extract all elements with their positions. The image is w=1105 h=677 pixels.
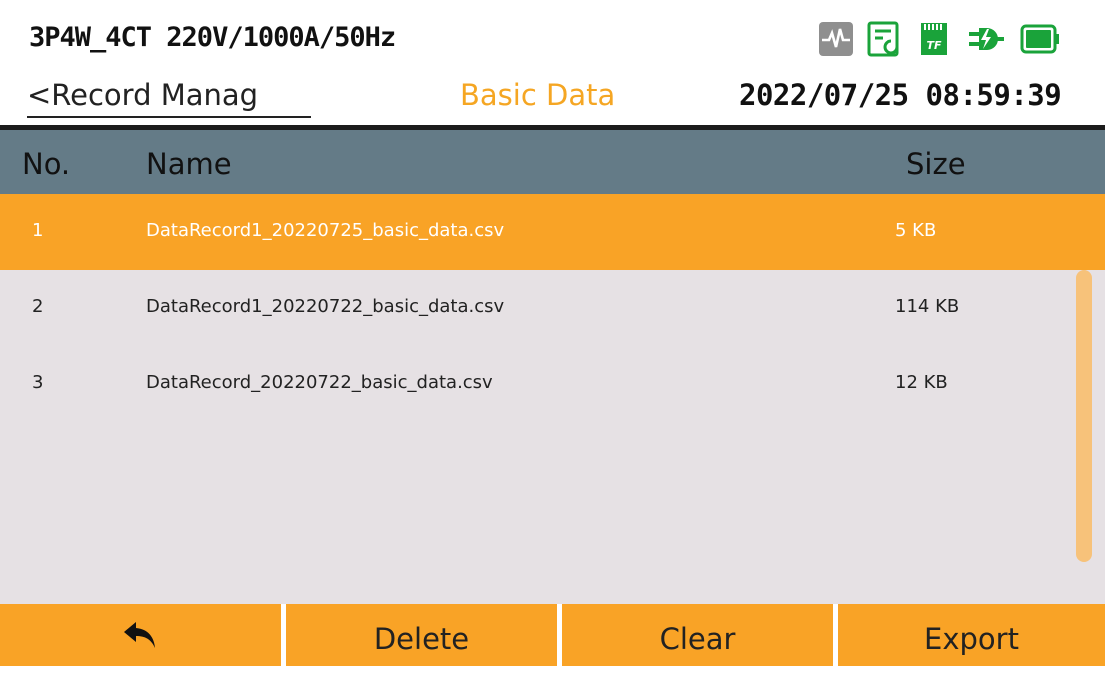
top-bar: 3P4W_4CT 220V/1000A/50Hz TF <Record Mana… (0, 0, 1105, 130)
row-no: 3 (32, 372, 44, 393)
table-row[interactable]: 3 DataRecord_20220722_basic_data.csv 12 … (0, 346, 1105, 422)
column-header-name: Name (146, 147, 232, 181)
row-name: DataRecord1_20220725_basic_data.csv (146, 220, 505, 241)
row-no: 1 (32, 220, 44, 241)
battery-icon (1020, 24, 1059, 54)
wiring-mode-label: 3P4W_4CT 220V/1000A/50Hz (29, 22, 396, 53)
datetime-display: 2022/07/25 08:59:39 (739, 78, 1062, 112)
back-arrow-icon (123, 622, 155, 648)
table-row[interactable]: 2 DataRecord1_20220722_basic_data.csv 11… (0, 270, 1105, 346)
row-name: DataRecord1_20220722_basic_data.csv (146, 296, 505, 317)
button-bar: Delete Clear Export (0, 604, 1105, 666)
page-title: Basic Data (460, 78, 616, 112)
file-list: 1 DataRecord1_20220725_basic_data.csv 5 … (0, 194, 1105, 604)
table-row[interactable]: 1 DataRecord1_20220725_basic_data.csv 5 … (0, 194, 1105, 270)
table-header: No. Name Size (0, 130, 1105, 194)
export-button[interactable]: Export (838, 604, 1105, 666)
svg-text:TF: TF (926, 39, 942, 52)
column-header-no: No. (22, 147, 71, 181)
row-name: DataRecord_20220722_basic_data.csv (146, 372, 493, 393)
row-size: 12 KB (895, 372, 948, 393)
back-to-record-manager-link[interactable]: <Record Manag (27, 78, 311, 118)
row-no: 2 (32, 296, 44, 317)
back-button[interactable] (0, 604, 281, 666)
clear-button[interactable]: Clear (562, 604, 833, 666)
plug-icon (969, 28, 1004, 50)
row-size: 5 KB (895, 220, 937, 241)
record-icon (867, 21, 899, 57)
waveform-icon (819, 22, 853, 56)
column-header-size: Size (906, 147, 966, 181)
tf-card-icon: TF (921, 23, 947, 55)
row-size: 114 KB (895, 296, 960, 317)
delete-button[interactable]: Delete (286, 604, 557, 666)
scrollbar[interactable] (1076, 270, 1092, 562)
